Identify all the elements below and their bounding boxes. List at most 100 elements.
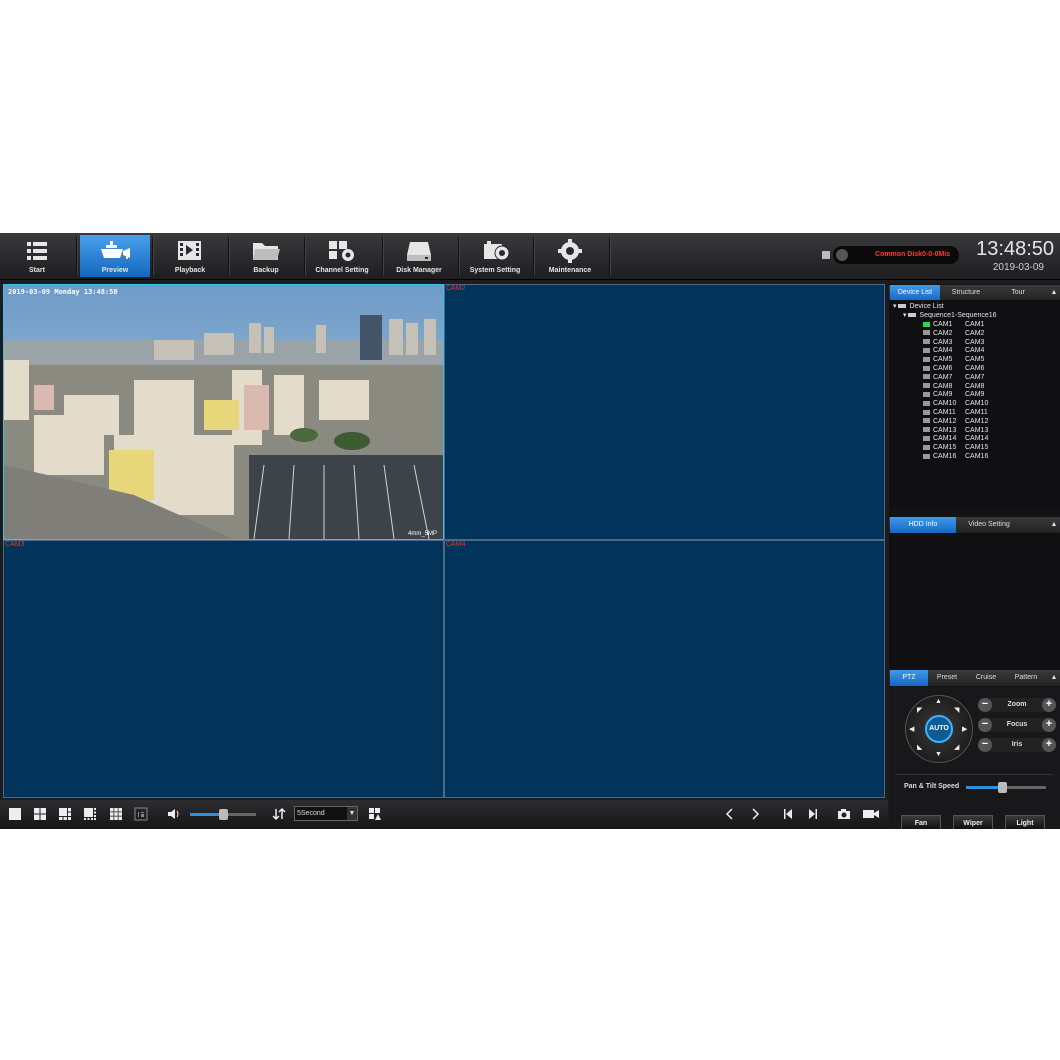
zoom-out-button[interactable]: −: [978, 698, 992, 712]
tree-root[interactable]: ▾ Device List: [893, 302, 944, 311]
camera-alias: CAM15: [965, 444, 989, 452]
collapse-icon[interactable]: ▲: [1048, 670, 1060, 686]
focus-minus-button[interactable]: −: [978, 718, 992, 732]
camera-list-item[interactable]: CAM12 CAM12: [923, 417, 988, 426]
video-tile-3[interactable]: CAM3: [3, 540, 444, 798]
layout-9-icon[interactable]: [109, 807, 123, 821]
nav-start[interactable]: Start: [2, 235, 72, 277]
collapse-icon[interactable]: ▲: [1048, 517, 1060, 533]
wiper-button[interactable]: Wiper: [953, 815, 993, 829]
interval-select[interactable]: 5Second ▼: [294, 806, 358, 821]
system-settings-icon: [484, 241, 510, 261]
nav-playback[interactable]: Playback: [155, 235, 225, 277]
camera-list-item[interactable]: CAM11 CAM11: [923, 408, 988, 417]
camera-list-item[interactable]: CAM2 CAM2: [923, 329, 984, 338]
iris-minus-button[interactable]: −: [978, 738, 992, 752]
pan-tilt-speed-slider[interactable]: [966, 782, 1046, 793]
alarm-icon[interactable]: [822, 251, 830, 259]
tab-structure[interactable]: Structure: [940, 285, 992, 301]
ptz-auto-button[interactable]: AUTO: [925, 715, 953, 743]
camera-list-item[interactable]: CAM10 CAM10: [923, 399, 988, 408]
video-tile-2[interactable]: CAM2: [444, 284, 885, 540]
nav-disk-manager[interactable]: Disk Manager: [384, 235, 454, 277]
ptz-up-icon[interactable]: ▲: [935, 698, 942, 705]
focus-control: Focus − +: [978, 718, 1056, 732]
ptz-up-right-icon[interactable]: ◥: [954, 706, 959, 714]
nav-maintenance[interactable]: Maintenance: [535, 235, 605, 277]
previous-page-icon[interactable]: [723, 807, 737, 821]
tab-tour[interactable]: Tour: [992, 285, 1044, 301]
camera-list-item[interactable]: CAM15 CAM15: [923, 443, 988, 452]
disk-status-bar[interactable]: Common Disk0-0-0Mis: [833, 246, 959, 264]
ptz-down-icon[interactable]: ▼: [935, 751, 942, 758]
osd-lens-info: 4mm_5MP: [407, 531, 437, 537]
camera-list-item[interactable]: CAM14 CAM14: [923, 434, 988, 443]
ptz-direction-pad[interactable]: ▲ ▼ ◀ ▶ ◤ ◥ ◣ ◢ AUTO: [905, 695, 973, 763]
volume-icon[interactable]: [166, 807, 180, 821]
ptz-up-left-icon[interactable]: ◤: [917, 706, 922, 714]
tab-video-setting[interactable]: Video Setting: [956, 517, 1022, 533]
nav-preview[interactable]: Preview: [80, 235, 150, 277]
right-panel: Device List Structure Tour ▲ ▾ Device Li…: [889, 284, 1060, 829]
layout-16-icon[interactable]: [134, 807, 148, 821]
layout-1-icon[interactable]: [8, 807, 22, 821]
camera-list-item[interactable]: CAM4 CAM4: [923, 346, 984, 355]
camera-name: CAM12: [933, 417, 957, 425]
camera-list-item[interactable]: CAM1 CAM1: [923, 320, 984, 329]
camera-list-item[interactable]: CAM13 CAM13: [923, 426, 988, 435]
tab-cruise[interactable]: Cruise: [966, 670, 1006, 686]
collapse-icon[interactable]: ▲: [1048, 285, 1060, 301]
camera-list-item[interactable]: CAM16 CAM16: [923, 452, 988, 461]
record-icon[interactable]: [862, 807, 880, 821]
ptz-down-right-icon[interactable]: ◢: [954, 743, 959, 751]
fan-button[interactable]: Fan: [901, 815, 941, 829]
tab-hdd-info[interactable]: HDD Info: [890, 517, 956, 533]
last-channel-icon[interactable]: [806, 807, 820, 821]
camera-name: CAM13: [933, 426, 957, 434]
nav-backup-label: Backup: [253, 267, 279, 274]
tree-group[interactable]: ▾ Sequence1-Sequence16: [903, 311, 997, 320]
divider: [152, 237, 154, 275]
volume-slider[interactable]: [190, 809, 256, 820]
iris-plus-button[interactable]: +: [1042, 738, 1056, 752]
divider: [304, 237, 306, 275]
ptz-down-left-icon[interactable]: ◣: [917, 743, 922, 751]
light-button[interactable]: Light: [1005, 815, 1045, 829]
nav-channel-setting-label: Channel Setting: [315, 267, 369, 274]
focus-plus-button[interactable]: +: [1042, 718, 1056, 732]
pan-tilt-speed-knob[interactable]: [998, 782, 1007, 793]
folder-icon: [253, 243, 280, 260]
camera-icon: [923, 365, 930, 371]
ptz-right-icon[interactable]: ▶: [962, 725, 967, 733]
camera-name: CAM10: [933, 400, 957, 408]
tab-preset[interactable]: Preset: [928, 670, 966, 686]
gear-icon: [558, 239, 582, 263]
nav-system-setting[interactable]: System Setting: [460, 235, 530, 277]
tab-device-list[interactable]: Device List: [890, 285, 940, 301]
camera-list-item[interactable]: CAM3 CAM3: [923, 338, 984, 347]
camera-list-item[interactable]: CAM6 CAM6: [923, 364, 984, 373]
video-tile-4[interactable]: CAM4: [444, 540, 885, 798]
camera-list-item[interactable]: CAM5 CAM5: [923, 355, 984, 364]
layout-6-icon[interactable]: [58, 807, 72, 821]
camera-list-item[interactable]: CAM9 CAM9: [923, 390, 984, 399]
video-tile-1[interactable]: 2019-03-09 Monday 13:48:50 4mm_5MP: [3, 284, 444, 540]
alarm-grid-icon[interactable]: [368, 807, 382, 821]
camera-list-item[interactable]: CAM8 CAM8: [923, 382, 984, 391]
nav-channel-setting[interactable]: Channel Setting: [307, 235, 377, 277]
tab-ptz[interactable]: PTZ: [890, 670, 928, 686]
camera-icon: [923, 444, 930, 450]
sequence-switch-icon[interactable]: [272, 807, 286, 821]
first-channel-icon[interactable]: [781, 807, 795, 821]
snapshot-icon[interactable]: [837, 807, 851, 821]
nav-backup[interactable]: Backup: [231, 235, 301, 277]
camera-list-item[interactable]: CAM7 CAM7: [923, 373, 984, 382]
volume-slider-knob[interactable]: [219, 809, 228, 820]
tab-pattern[interactable]: Pattern: [1006, 670, 1046, 686]
zoom-in-button[interactable]: +: [1042, 698, 1056, 712]
layout-8-icon[interactable]: [83, 807, 97, 821]
layout-4-icon[interactable]: [33, 807, 47, 821]
ptz-left-icon[interactable]: ◀: [909, 725, 914, 733]
next-page-icon[interactable]: [748, 807, 762, 821]
tile-label: CAM4: [446, 541, 466, 548]
